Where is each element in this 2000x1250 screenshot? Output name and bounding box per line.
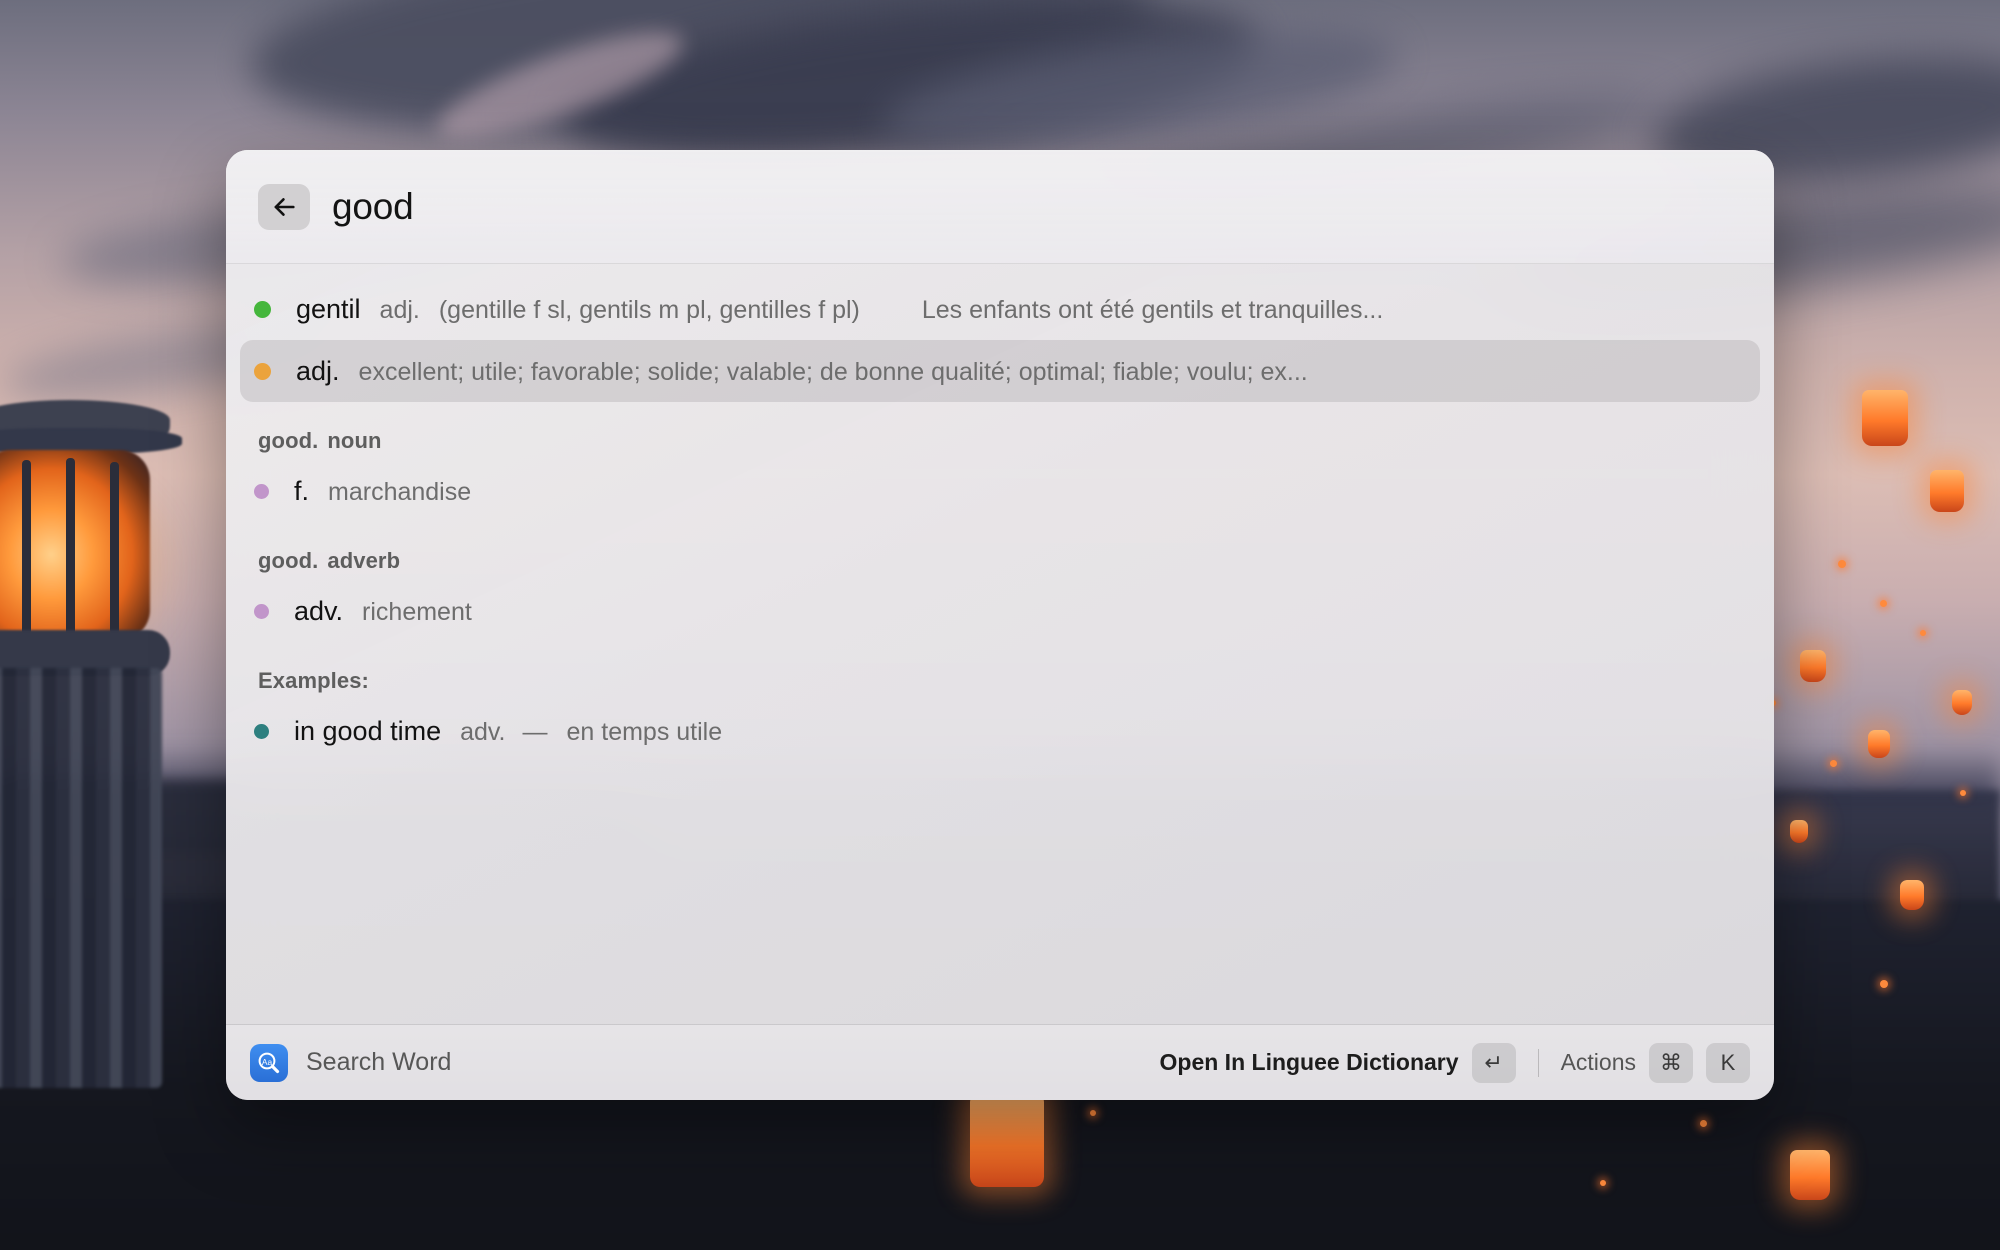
stone-lantern: [0, 400, 230, 1100]
example-translation: en temps utile: [566, 717, 723, 746]
sky-lantern: [1930, 470, 1964, 512]
sky-lantern: [1790, 1150, 1830, 1200]
gender-color-dot: [254, 603, 269, 619]
ember-spark: [1880, 600, 1887, 607]
command-palette-window: good gentil adj. (gentille f sl, gentils…: [226, 150, 1774, 1100]
example-phrase: in good time: [294, 715, 442, 746]
example-pos: adv.: [460, 717, 506, 746]
ember-spark: [1838, 560, 1846, 568]
gender-label: f.: [294, 475, 310, 506]
result-row-selected[interactable]: adj. excellent; utile; favorable; solide…: [240, 340, 1760, 402]
command-key-hint[interactable]: ⌘: [1649, 1042, 1693, 1083]
footer-divider: [1537, 1048, 1539, 1077]
k-key-hint[interactable]: K: [1706, 1042, 1750, 1083]
section-kind: noun: [327, 428, 382, 453]
sky-lantern: [1952, 690, 1972, 715]
lantern-bar: [110, 462, 119, 634]
sky-lantern: [1868, 730, 1890, 758]
arrow-left-icon: [270, 193, 298, 221]
section-entry-row[interactable]: f. marchandise: [240, 460, 1760, 522]
actions-label[interactable]: Actions: [1561, 1049, 1636, 1076]
translations-list: excellent; utile; favorable; solide; val…: [358, 357, 1308, 386]
sky-lantern: [1800, 650, 1826, 682]
app-icon-text: Aa: [262, 1057, 273, 1067]
section-header-noun: good. noun: [226, 428, 1774, 454]
enter-key-hint[interactable]: ↵: [1471, 1042, 1516, 1083]
gender-color-dot: [254, 483, 269, 499]
part-of-speech: adj.: [379, 295, 420, 324]
sky-lantern: [1862, 390, 1908, 446]
results-list: gentil adj. (gentille f sl, gentils m pl…: [226, 264, 1774, 1024]
section-header-examples: Examples:: [258, 668, 369, 693]
lantern-bar: [66, 458, 75, 636]
footer-bar: Aa Search Word Open In Linguee Dictionar…: [226, 1024, 1774, 1100]
primary-action-label[interactable]: Open In Linguee Dictionary: [1160, 1049, 1459, 1076]
lantern-bar: [22, 460, 31, 635]
em-dash: —: [522, 717, 548, 746]
lantern-post: [0, 668, 162, 1088]
example-sentence: Les enfants ont été gentils et tranquill…: [921, 295, 1384, 324]
pos-color-dot: [254, 300, 271, 318]
result-row[interactable]: gentil adj. (gentille f sl, gentils m pl…: [240, 278, 1760, 340]
example-color-dot: [254, 723, 269, 739]
pos-label: adv.: [294, 595, 344, 626]
section-word: good.: [258, 548, 319, 573]
part-of-speech: adj.: [296, 355, 340, 386]
section-header-adverb: good. adverb: [226, 548, 1774, 574]
search-header: good: [226, 150, 1774, 264]
inflections: (gentille f sl, gentils m pl, gentilles …: [438, 295, 860, 324]
back-button[interactable]: [258, 183, 310, 230]
sky-lantern: [970, 1095, 1044, 1187]
ember-spark: [1090, 1110, 1096, 1116]
ember-spark: [1700, 1120, 1707, 1127]
footer-context-label: Search Word: [306, 1048, 452, 1076]
ember-spark: [1600, 1180, 1606, 1186]
example-row[interactable]: in good time adv. — en temps utile: [240, 700, 1760, 762]
dictionary-search-icon: Aa: [250, 1043, 288, 1082]
ember-spark: [1830, 760, 1837, 767]
section-entry-row[interactable]: adv. richement: [240, 580, 1760, 642]
ember-spark: [1880, 980, 1888, 988]
headword: gentil: [296, 293, 361, 324]
search-query-text[interactable]: good: [332, 186, 414, 228]
ember-spark: [1920, 630, 1926, 636]
sky-lantern: [1900, 880, 1924, 910]
sky-lantern: [1790, 820, 1808, 843]
section-word: good.: [258, 428, 319, 453]
pos-color-dot: [254, 362, 271, 380]
ember-spark: [1960, 790, 1966, 796]
translation: richement: [362, 597, 472, 626]
translation: marchandise: [328, 477, 472, 506]
section-kind: adverb: [327, 548, 401, 573]
